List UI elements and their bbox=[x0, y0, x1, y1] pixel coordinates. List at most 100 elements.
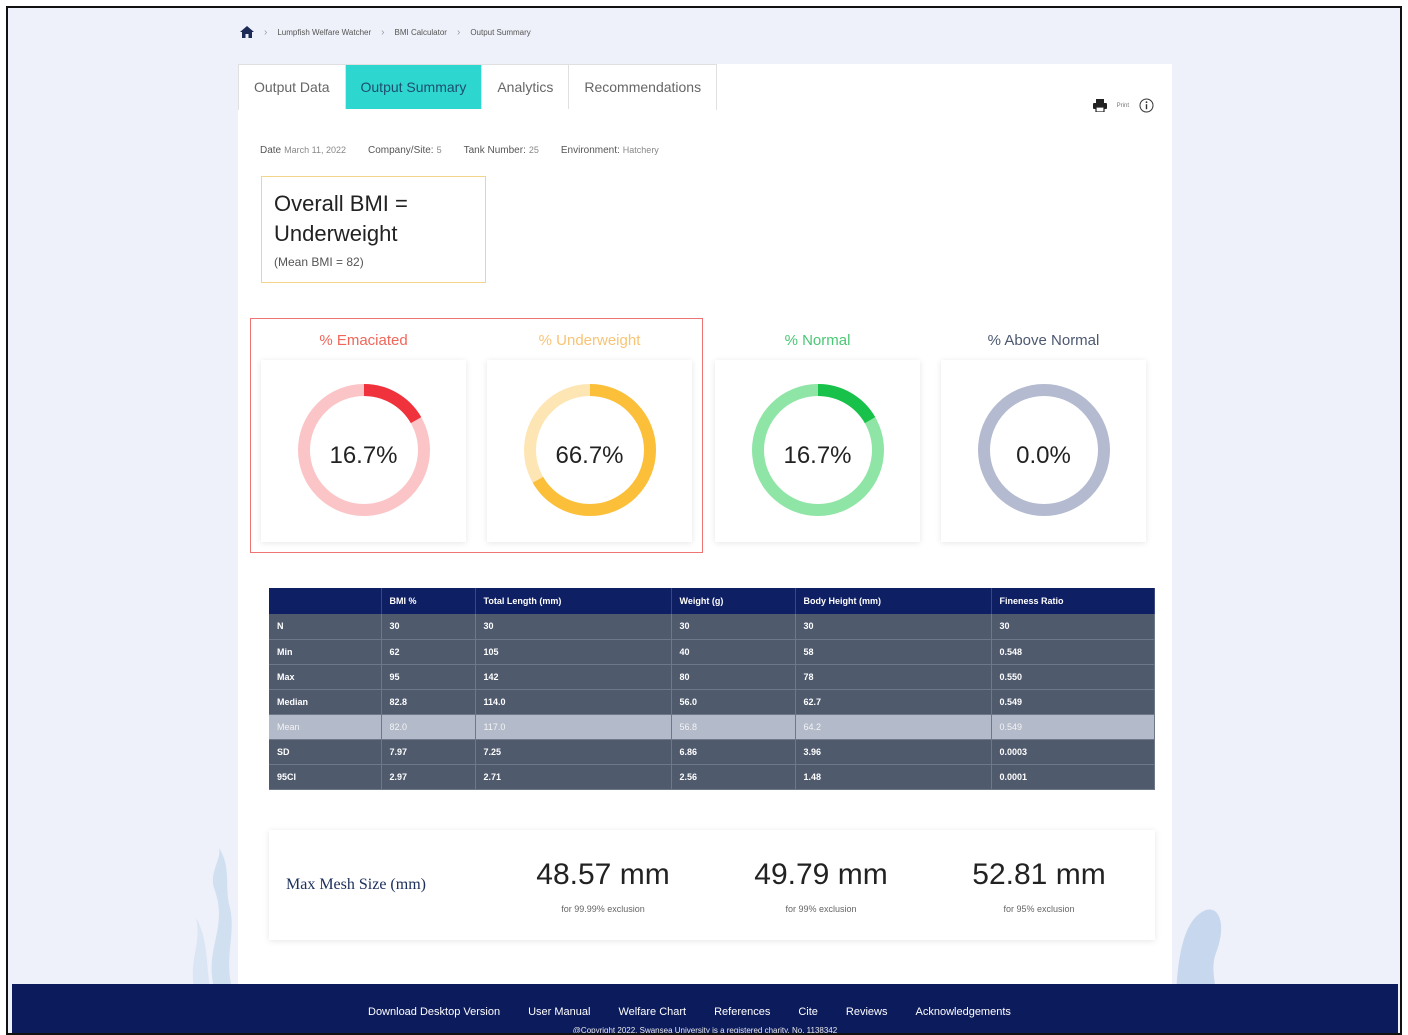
site-footer: Download Desktop Version User Manual Wel… bbox=[12, 984, 1398, 1033]
row-label: N bbox=[269, 614, 382, 640]
table-cell: 0.0003 bbox=[991, 739, 1155, 765]
table-cell: 2.97 bbox=[381, 764, 476, 790]
table-row-highlighted: Mean 82.0 117.0 56.8 64.2 0.549 bbox=[269, 714, 1155, 740]
tab-analytics[interactable]: Analytics bbox=[482, 65, 570, 109]
mesh-size-note: for 95% exclusion bbox=[1003, 904, 1075, 914]
table-cell: 64.2 bbox=[795, 714, 992, 740]
table-cell: 7.25 bbox=[475, 739, 672, 765]
print-icon[interactable] bbox=[1092, 99, 1107, 112]
table-row: Max 95 142 80 78 0.550 bbox=[269, 664, 1155, 690]
mesh-size-value: 52.81 mm bbox=[972, 858, 1106, 891]
breadcrumb-item[interactable]: BMI Calculator bbox=[395, 28, 447, 37]
output-summary-panel: Output Data Output Summary Analytics Rec… bbox=[238, 64, 1172, 994]
normal-percent: 16.7% bbox=[783, 442, 852, 469]
table-cell: 30 bbox=[381, 614, 476, 640]
environment-field: Environment: Hatchery bbox=[560, 145, 659, 156]
table-row: SD 7.97 7.25 6.86 3.96 0.0003 bbox=[269, 739, 1155, 765]
table-cell: 30 bbox=[991, 614, 1155, 640]
mean-bmi: (Mean BMI = 82) bbox=[274, 255, 364, 269]
underweight-donut-card: 66.7% bbox=[487, 360, 692, 542]
table-cell: 0.549 bbox=[991, 689, 1155, 715]
tab-output-data[interactable]: Output Data bbox=[239, 65, 346, 109]
date-field: Date March 11, 2022 bbox=[260, 145, 346, 156]
breadcrumb: › Lumpfish Welfare Watcher › BMI Calcula… bbox=[240, 26, 531, 38]
table-cell: 40 bbox=[671, 639, 796, 665]
table-row: Median 82.8 114.0 56.0 62.7 0.549 bbox=[269, 689, 1155, 715]
table-row: N 30 30 30 30 30 bbox=[269, 614, 1155, 640]
footer-link-cite[interactable]: Cite bbox=[798, 1006, 818, 1018]
chevron-right-icon: › bbox=[381, 26, 385, 38]
breadcrumb-item[interactable]: Lumpfish Welfare Watcher bbox=[277, 28, 371, 37]
above-normal-title: % Above Normal bbox=[987, 332, 1100, 349]
footer-link-download[interactable]: Download Desktop Version bbox=[368, 1006, 500, 1018]
table-header: Body Height (mm) bbox=[795, 588, 992, 614]
table-cell: 30 bbox=[475, 614, 672, 640]
chevron-right-icon: › bbox=[264, 26, 268, 38]
table-cell: 95 bbox=[381, 664, 476, 690]
mesh-size-item: 48.57 mm for 99.99% exclusion bbox=[503, 858, 703, 914]
row-label: SD bbox=[269, 739, 382, 765]
table-cell: 82.8 bbox=[381, 689, 476, 715]
table-cell: 0.548 bbox=[991, 639, 1155, 665]
table-cell: 56.0 bbox=[671, 689, 796, 715]
row-label: Min bbox=[269, 639, 382, 665]
table-header: BMI % bbox=[381, 588, 476, 614]
info-icon[interactable] bbox=[1139, 98, 1154, 113]
emaciated-donut-card: 16.7% bbox=[261, 360, 466, 542]
footer-link-references[interactable]: References bbox=[714, 1006, 770, 1018]
mesh-size-note: for 99% exclusion bbox=[785, 904, 857, 914]
mesh-size-value: 49.79 mm bbox=[754, 858, 888, 891]
table-row: 95CI 2.97 2.71 2.56 1.48 0.0001 bbox=[269, 764, 1155, 790]
footer-link-user-manual[interactable]: User Manual bbox=[528, 1006, 590, 1018]
table-cell: 56.8 bbox=[671, 714, 796, 740]
table-cell: 0.550 bbox=[991, 664, 1155, 690]
normal-donut-card: 16.7% bbox=[715, 360, 920, 542]
breadcrumb-item-current: Output Summary bbox=[470, 27, 531, 37]
tab-bar: Output Data Output Summary Analytics Rec… bbox=[238, 64, 718, 110]
table-header-row: BMI % Total Length (mm) Weight (g) Body … bbox=[269, 588, 1155, 614]
tab-recommendations[interactable]: Recommendations bbox=[569, 65, 716, 109]
table-cell: 62 bbox=[381, 639, 476, 665]
table-cell: 105 bbox=[475, 639, 672, 665]
mesh-size-item: 52.81 mm for 95% exclusion bbox=[939, 858, 1139, 914]
footer-links: Download Desktop Version User Manual Wel… bbox=[368, 1006, 1011, 1018]
overall-bmi-label: Overall BMI = bbox=[274, 191, 408, 216]
table-cell: 117.0 bbox=[475, 714, 672, 740]
table-header: Weight (g) bbox=[671, 588, 796, 614]
footer-link-welfare-chart[interactable]: Welfare Chart bbox=[618, 1006, 686, 1018]
table-row: Min 62 105 40 58 0.548 bbox=[269, 639, 1155, 665]
table-cell: 2.71 bbox=[475, 764, 672, 790]
table-cell: 1.48 bbox=[795, 764, 992, 790]
print-label[interactable]: Print bbox=[1117, 103, 1129, 109]
home-icon[interactable] bbox=[240, 26, 254, 38]
mesh-size-value: 48.57 mm bbox=[536, 858, 670, 891]
table-cell: 7.97 bbox=[381, 739, 476, 765]
bmi-statistics-table: BMI % Total Length (mm) Weight (g) Body … bbox=[269, 588, 1155, 790]
footer-link-acknowledgements[interactable]: Acknowledgements bbox=[916, 1006, 1011, 1018]
above-normal-percent: 0.0% bbox=[1016, 442, 1071, 469]
table-cell: 114.0 bbox=[475, 689, 672, 715]
seaweed-decoration bbox=[1176, 909, 1222, 998]
table-cell: 62.7 bbox=[795, 689, 992, 715]
table-cell: 142 bbox=[475, 664, 672, 690]
table-cell: 2.56 bbox=[671, 764, 796, 790]
tab-output-summary[interactable]: Output Summary bbox=[345, 65, 483, 109]
above-normal-donut-card: 0.0% bbox=[941, 360, 1146, 542]
table-header: Total Length (mm) bbox=[475, 588, 672, 614]
table-cell: 30 bbox=[795, 614, 992, 640]
table-header: Fineness Ratio bbox=[991, 588, 1155, 614]
mesh-size-item: 49.79 mm for 99% exclusion bbox=[721, 858, 921, 914]
emaciated-percent: 16.7% bbox=[329, 442, 398, 469]
company-field: Company/Site: 5 bbox=[368, 145, 442, 156]
row-label: Mean bbox=[269, 714, 382, 740]
normal-title: % Normal bbox=[784, 332, 851, 349]
table-cell: 0.549 bbox=[991, 714, 1155, 740]
tank-field: Tank Number: 25 bbox=[463, 145, 539, 156]
underweight-percent: 66.7% bbox=[555, 442, 624, 469]
chevron-right-icon: › bbox=[456, 26, 461, 38]
overall-bmi-category: Underweight bbox=[274, 221, 398, 246]
table-cell: 0.0001 bbox=[991, 764, 1155, 790]
table-cell: 80 bbox=[671, 664, 796, 690]
footer-link-reviews[interactable]: Reviews bbox=[846, 1006, 888, 1018]
run-metadata: Date March 11, 2022 Company/Site: 5 Tank N… bbox=[260, 145, 659, 156]
